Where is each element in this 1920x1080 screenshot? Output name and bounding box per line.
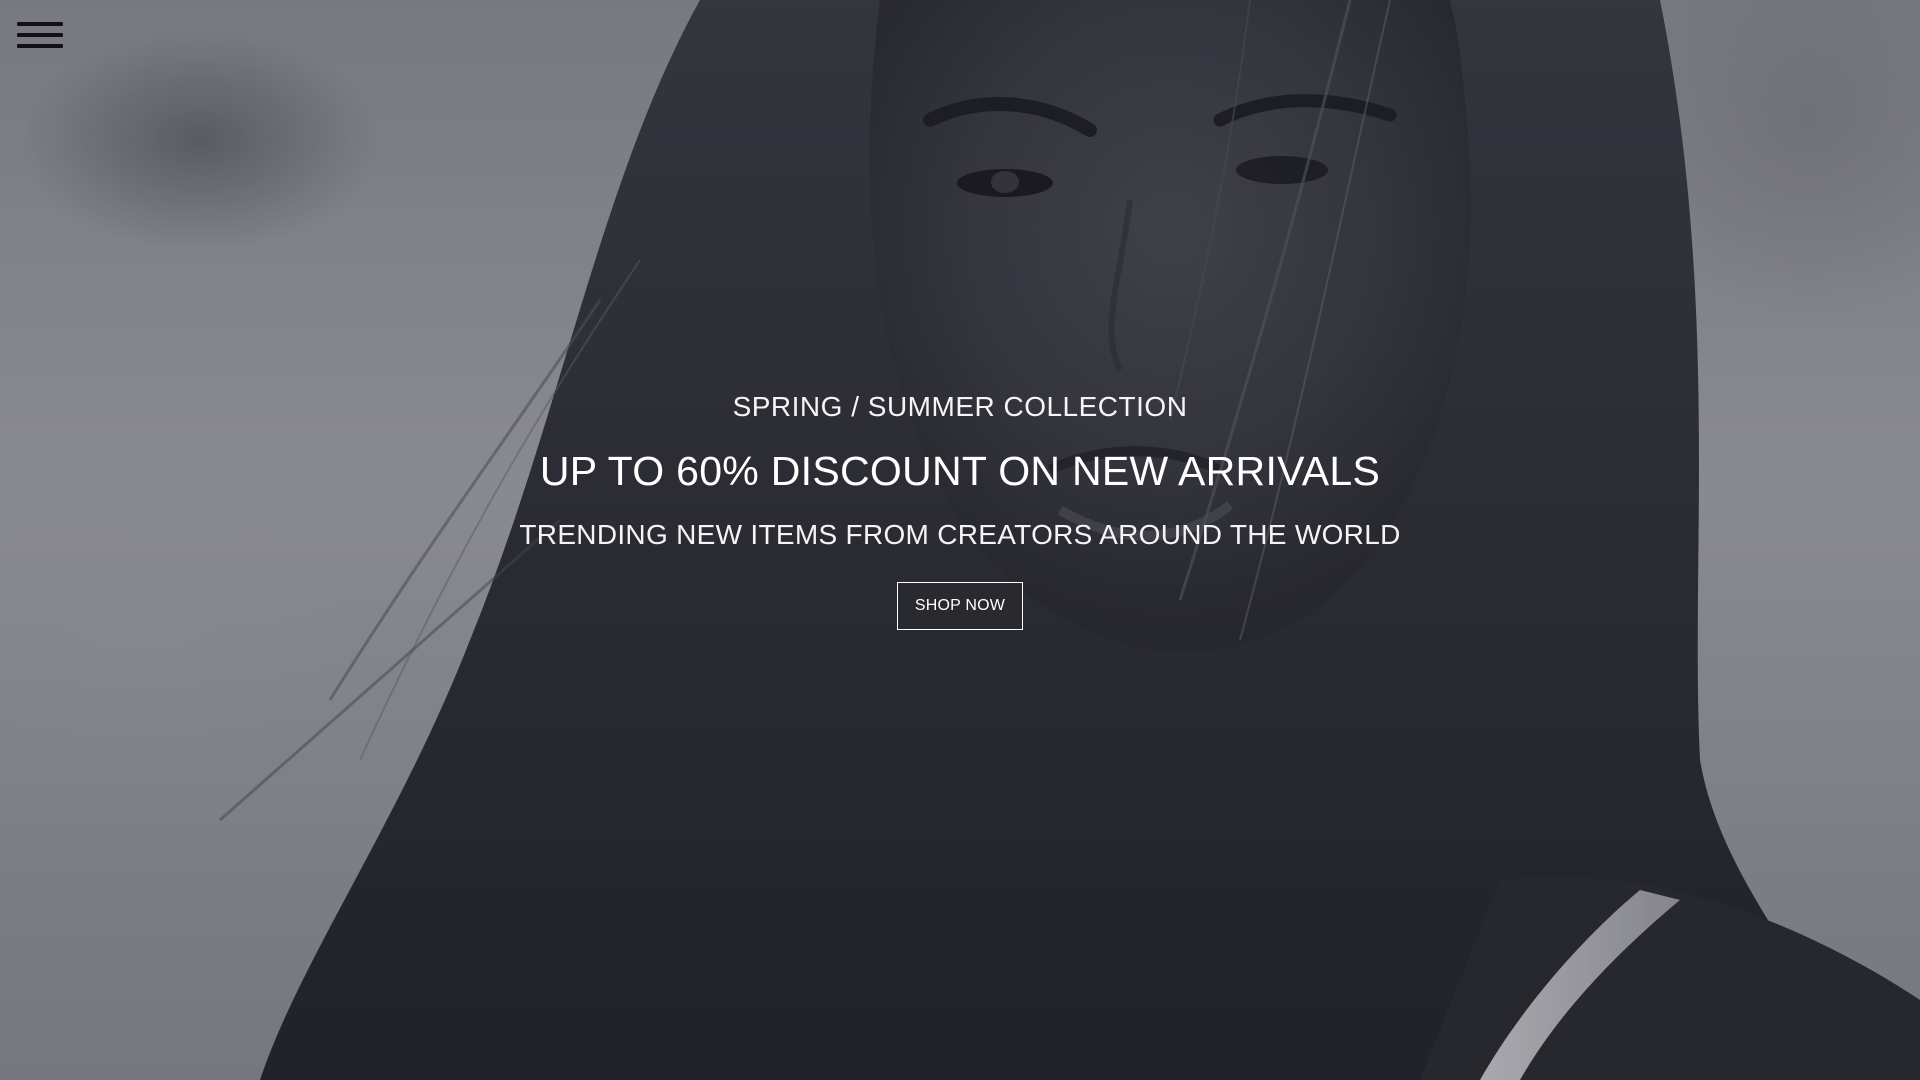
hero-kicker: SPRING / SUMMER COLLECTION [732,391,1188,422]
shop-now-button[interactable]: SHOP NOW [896,582,1024,630]
hero-text-block: SPRING / SUMMER COLLECTION UP TO 60% DIS… [0,380,1920,630]
menu-bar-bottom [17,44,63,48]
menu-bar-middle [17,33,63,37]
hero-subline: TRENDING NEW ITEMS FROM CREATORS AROUND … [519,519,1401,550]
hero-headline: UP TO 60% DISCOUNT ON NEW ARRIVALS [539,448,1381,494]
menu-bar-top [17,22,63,26]
hero-banner: SPRING / SUMMER COLLECTION UP TO 60% DIS… [0,0,1920,1080]
hamburger-menu-icon[interactable] [16,20,64,52]
